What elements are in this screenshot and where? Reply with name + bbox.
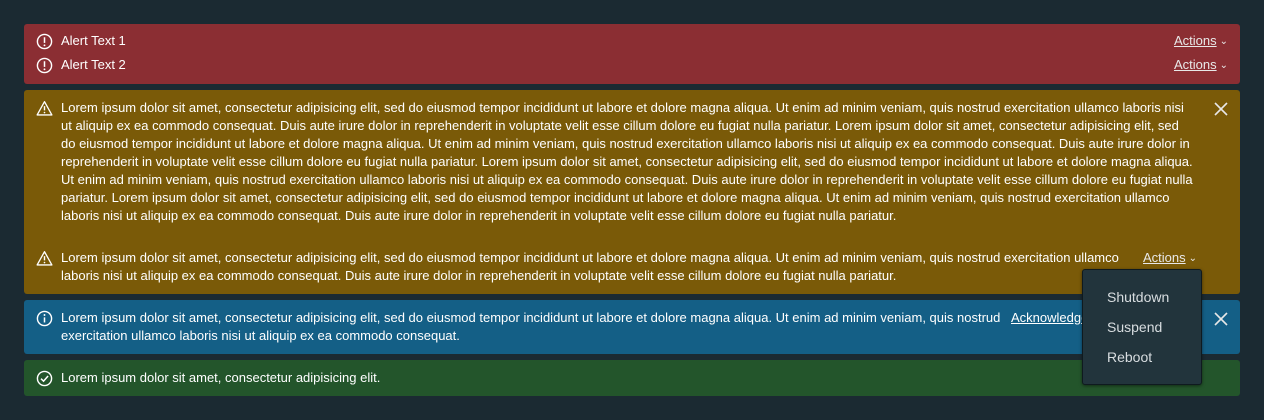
- alert-text: Alert Text 1: [61, 33, 126, 48]
- actions-dropdown-trigger[interactable]: Actions ⌄: [1174, 56, 1228, 75]
- info-circle-icon: [36, 310, 53, 327]
- chevron-down-icon: ⌄: [1219, 60, 1228, 71]
- danger-alert: Alert Text 1 Actions ⌄ Alert Text 2 Actio…: [24, 24, 1240, 84]
- alert-text: Lorem ipsum dolor sit amet, consectetur …: [61, 310, 1001, 343]
- exclamation-triangle-icon: [36, 250, 53, 267]
- menu-item-reboot[interactable]: Reboot: [1083, 342, 1201, 372]
- check-circle-icon: [36, 370, 53, 387]
- actions-dropdown-trigger[interactable]: Actions ⌄: [1143, 249, 1197, 268]
- alert-text: Lorem ipsum dolor sit amet, consectetur …: [61, 370, 381, 385]
- actions-dropdown-trigger[interactable]: Actions ⌄: [1174, 32, 1228, 51]
- alert-text: Lorem ipsum dolor sit amet, consectetur …: [61, 250, 1119, 283]
- close-icon[interactable]: [1213, 101, 1229, 117]
- actions-dropdown-menu: Shutdown Suspend Reboot: [1082, 269, 1202, 385]
- chevron-down-icon: ⌄: [1219, 36, 1228, 47]
- menu-item-suspend[interactable]: Suspend: [1083, 312, 1201, 342]
- exclamation-circle-icon: [36, 33, 53, 50]
- info-alert: Lorem ipsum dolor sit amet, consectetur …: [24, 300, 1240, 354]
- acknowledge-button[interactable]: Acknowledge: [1011, 309, 1088, 327]
- chevron-down-icon: ⌄: [1188, 253, 1198, 264]
- alert-text: Lorem ipsum dolor sit amet, consectetur …: [61, 100, 1193, 223]
- danger-alert-item-1: Alert Text 1 Actions ⌄: [24, 32, 1240, 52]
- warning-alert: Lorem ipsum dolor sit amet, consectetur …: [24, 90, 1240, 294]
- exclamation-circle-icon: [36, 57, 53, 74]
- alert-text: Alert Text 2: [61, 57, 126, 72]
- success-alert: Lorem ipsum dolor sit amet, consectetur …: [24, 360, 1240, 396]
- close-icon[interactable]: [1213, 311, 1229, 327]
- menu-item-shutdown[interactable]: Shutdown: [1083, 282, 1201, 312]
- exclamation-triangle-icon: [36, 100, 53, 117]
- danger-alert-item-2: Alert Text 2 Actions ⌄: [24, 56, 1240, 76]
